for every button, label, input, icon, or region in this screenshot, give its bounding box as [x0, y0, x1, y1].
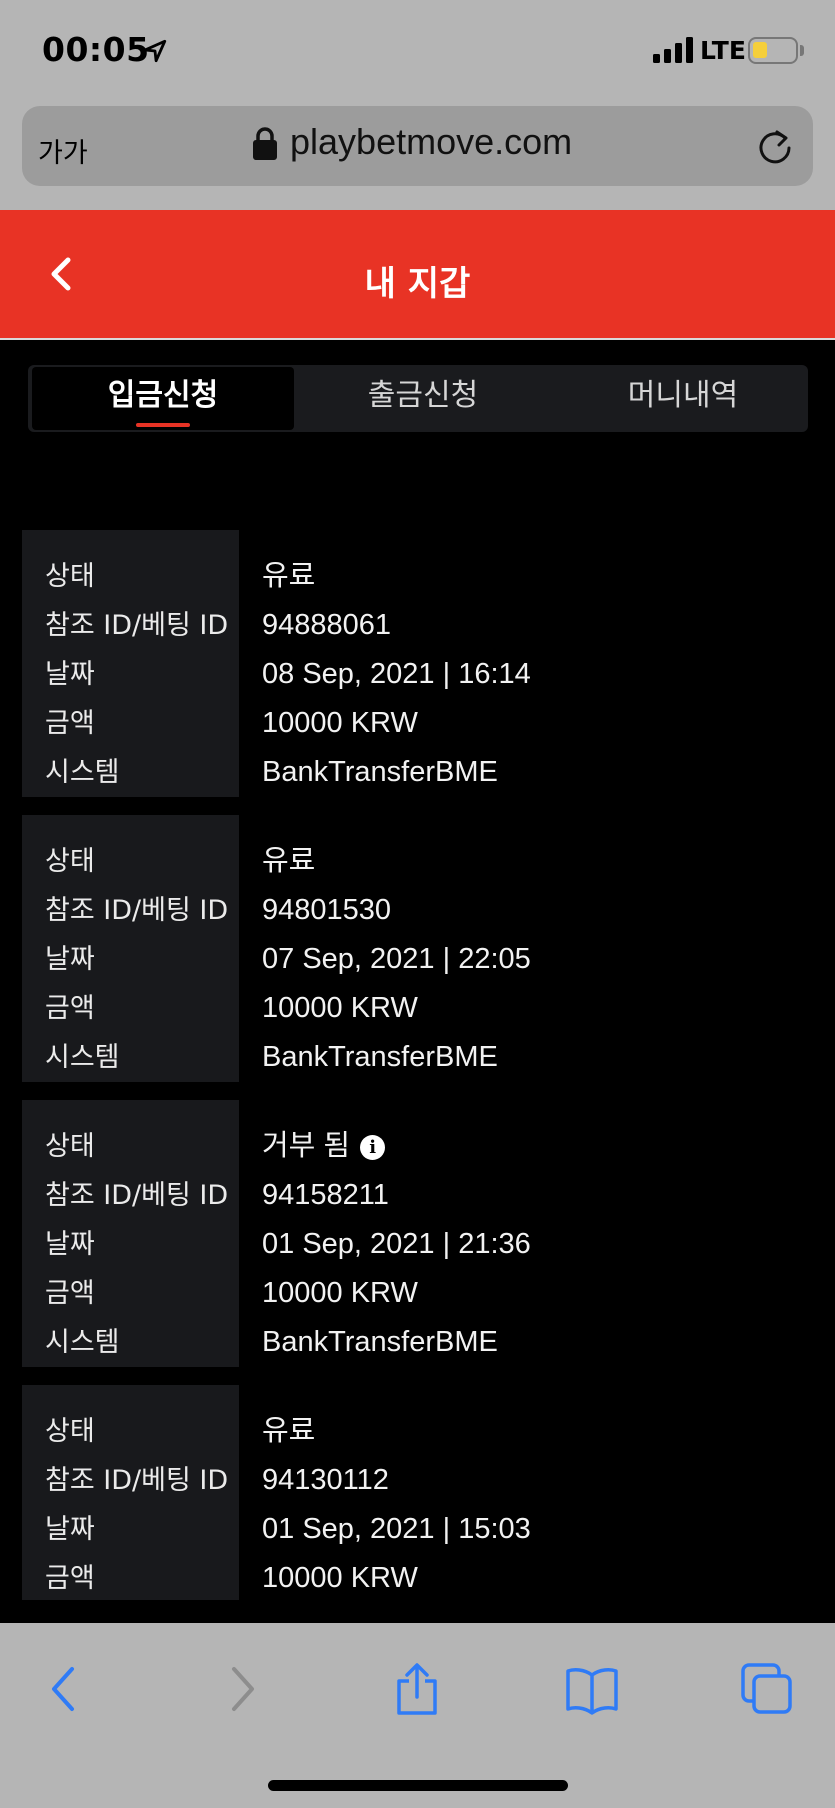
- field-label: 시스템: [45, 757, 120, 788]
- date-value: 07 Sep, 2021 | 22:05: [262, 943, 531, 975]
- record-row-amount: 금액 10000 KRW: [22, 699, 815, 748]
- record-row-status: 상태 거부 됨 i: [22, 1122, 815, 1171]
- ref-id-value: 94158211: [262, 1179, 389, 1211]
- tab-label: 입금신청: [107, 378, 219, 413]
- field-label: 참조 ID/베팅 ID: [45, 1465, 229, 1496]
- page-header: 내 지갑: [0, 210, 835, 340]
- amount-value: 10000 KRW: [262, 992, 418, 1024]
- tab-label: 머니내역: [627, 378, 739, 413]
- field-label: 상태: [45, 1416, 95, 1447]
- browser-address-area: 가가 playbetmove.com: [0, 100, 835, 210]
- system-value: BankTransferBME: [262, 1326, 498, 1358]
- field-label: 금액: [45, 1278, 95, 1309]
- status-value: 거부 됨: [262, 1130, 351, 1162]
- tab-money-history[interactable]: 머니내역: [552, 367, 814, 430]
- ref-id-value: 94801530: [262, 894, 392, 926]
- record-row-ref-id: 참조 ID/베팅 ID 94130112: [22, 1456, 815, 1505]
- record-row-amount: 금액 10000 KRW: [22, 1269, 815, 1318]
- field-label: 시스템: [45, 1327, 120, 1358]
- wallet-tabs: 입금신청 출금신청 머니내역: [28, 365, 808, 432]
- field-label: 날짜: [45, 659, 95, 690]
- transaction-record: 상태 거부 됨 i 참조 ID/베팅 ID 94158211 날짜 01 Sep,…: [22, 1100, 815, 1367]
- ref-id-value: 94888061: [262, 609, 392, 641]
- status-bar: 00:05 LTE: [0, 0, 835, 100]
- active-tab-indicator: [136, 423, 190, 427]
- lock-icon: [253, 127, 277, 160]
- record-row-ref-id: 참조 ID/베팅 ID 94801530: [22, 886, 815, 935]
- network-type: LTE: [700, 36, 746, 65]
- battery-icon: [748, 37, 798, 64]
- reload-icon[interactable]: [755, 126, 795, 166]
- record-row-status: 상태 유료: [22, 552, 815, 601]
- amount-value: 10000 KRW: [262, 1562, 418, 1594]
- record-row-status: 상태 유료: [22, 1407, 815, 1456]
- record-row-status: 상태 유료: [22, 837, 815, 886]
- record-row-date: 날짜 01 Sep, 2021 | 21:36: [22, 1220, 815, 1269]
- transaction-record: 상태 유료 참조 ID/베팅 ID 94888061 날짜 08 Sep, 20…: [22, 530, 815, 797]
- date-value: 08 Sep, 2021 | 16:14: [262, 658, 531, 690]
- transaction-record: 상태 유료 참조 ID/베팅 ID 94801530 날짜 07 Sep, 20…: [22, 815, 815, 1082]
- field-label: 상태: [45, 1131, 95, 1162]
- field-label: 시스템: [45, 1042, 120, 1073]
- field-label: 날짜: [45, 1514, 95, 1545]
- signal-bars-icon: [653, 37, 693, 63]
- record-row-date: 날짜 01 Sep, 2021 | 15:03: [22, 1505, 815, 1554]
- record-row-date: 날짜 07 Sep, 2021 | 22:05: [22, 935, 815, 984]
- record-row-amount: 금액 10000 KRW: [22, 984, 815, 1033]
- address-bar[interactable]: 가가 playbetmove.com: [22, 106, 813, 186]
- share-icon[interactable]: [391, 1663, 443, 1715]
- tab-label: 출금신청: [367, 378, 479, 413]
- field-label: 참조 ID/베팅 ID: [45, 610, 229, 641]
- page-title: 내 지갑: [364, 264, 471, 304]
- status-time: 00:05: [42, 30, 150, 69]
- field-label: 날짜: [45, 944, 95, 975]
- forward-chevron-icon[interactable]: [216, 1663, 268, 1715]
- date-value: 01 Sep, 2021 | 15:03: [262, 1513, 531, 1545]
- amount-value: 10000 KRW: [262, 1277, 418, 1309]
- bookmarks-icon[interactable]: [566, 1663, 618, 1715]
- field-label: 날짜: [45, 1229, 95, 1260]
- date-value: 01 Sep, 2021 | 21:36: [262, 1228, 531, 1260]
- location-arrow-icon: [143, 39, 167, 63]
- record-row-amount: 금액 10000 KRW: [22, 1554, 815, 1603]
- record-row-ref-id: 참조 ID/베팅 ID 94888061: [22, 601, 815, 650]
- status-value: 유료: [262, 560, 316, 592]
- browser-toolbar: [0, 1623, 835, 1808]
- tabs-icon[interactable]: [741, 1663, 793, 1715]
- record-row-date: 날짜 08 Sep, 2021 | 16:14: [22, 650, 815, 699]
- record-row-system: 시스템 BankTransferBME: [22, 1033, 815, 1082]
- amount-value: 10000 KRW: [262, 707, 418, 739]
- text-size-button[interactable]: 가가: [38, 131, 88, 170]
- field-label: 참조 ID/베팅 ID: [45, 1180, 229, 1211]
- field-label: 상태: [45, 561, 95, 592]
- status-value: 유료: [262, 845, 316, 877]
- transaction-record: 상태 유료 참조 ID/베팅 ID 94130112 날짜 01 Sep, 20…: [22, 1385, 815, 1600]
- tab-deposit-request[interactable]: 입금신청: [32, 367, 294, 430]
- system-value: BankTransferBME: [262, 756, 498, 788]
- record-row-ref-id: 참조 ID/베팅 ID 94158211: [22, 1171, 815, 1220]
- field-label: 금액: [45, 1563, 95, 1594]
- status-value-with-info: 거부 됨 i: [262, 1122, 386, 1171]
- tab-withdraw-request[interactable]: 출금신청: [292, 367, 554, 430]
- field-label: 상태: [45, 846, 95, 877]
- field-label: 금액: [45, 708, 95, 739]
- url-text[interactable]: playbetmove.com: [290, 121, 572, 163]
- field-label: 참조 ID/베팅 ID: [45, 895, 229, 926]
- system-value: BankTransferBME: [262, 1041, 498, 1073]
- back-chevron-icon[interactable]: [38, 1663, 90, 1715]
- battery-cap: [800, 45, 804, 56]
- home-indicator: [268, 1780, 568, 1791]
- ref-id-value: 94130112: [262, 1464, 389, 1496]
- record-row-system: 시스템 BankTransferBME: [22, 1318, 815, 1367]
- info-icon[interactable]: i: [360, 1135, 386, 1160]
- status-value: 유료: [262, 1415, 316, 1447]
- field-label: 금액: [45, 993, 95, 1024]
- record-row-system: 시스템 BankTransferBME: [22, 748, 815, 797]
